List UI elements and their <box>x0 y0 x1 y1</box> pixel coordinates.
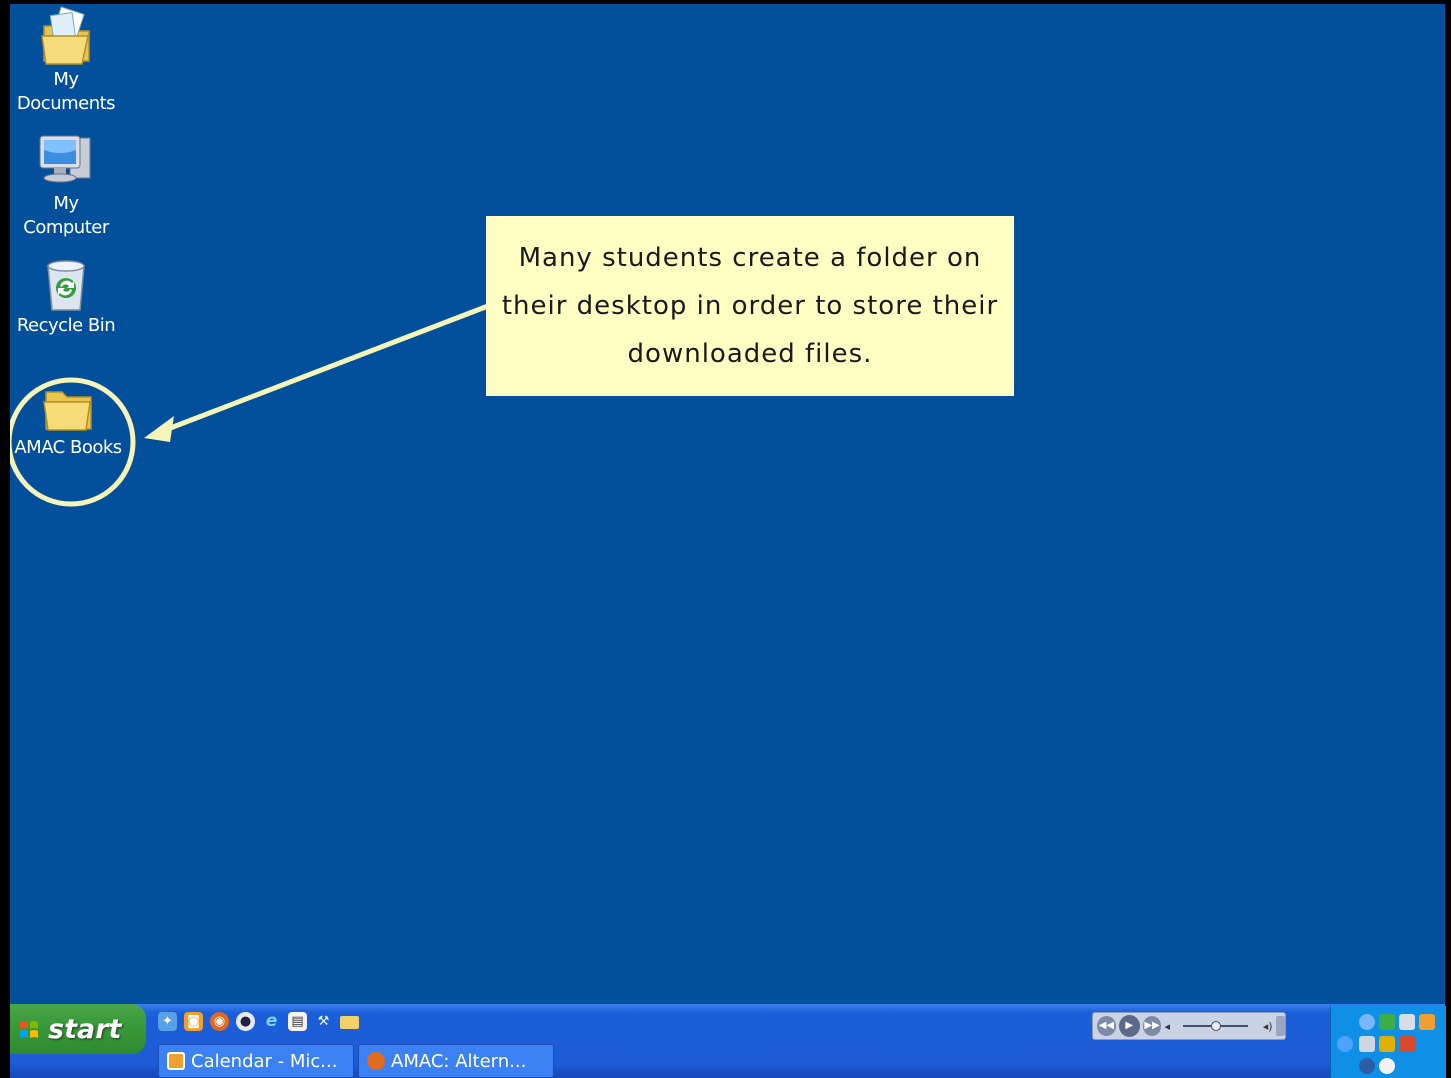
calendar-icon <box>167 1052 185 1070</box>
sound-icon[interactable] <box>1379 1036 1395 1052</box>
tools-icon[interactable]: ⚒ <box>314 1012 333 1031</box>
calendar-icon[interactable] <box>1419 1014 1435 1030</box>
task-button-calendar[interactable]: Calendar - Mic... <box>158 1044 354 1078</box>
ie-icon[interactable]: e <box>262 1012 281 1031</box>
alert-icon[interactable] <box>1399 1036 1415 1052</box>
quick-launch-bar: ✦ ◙ ◉ ● e ▤ ⚒ <box>158 1012 359 1031</box>
system-tray <box>1330 1006 1446 1078</box>
back-arrow-icon[interactable] <box>1337 1036 1353 1052</box>
windows-flag-icon <box>20 1021 38 1038</box>
network-icon[interactable] <box>1359 1014 1375 1030</box>
media-options-icon[interactable] <box>1275 1016 1285 1036</box>
start-label: start <box>48 1013 122 1045</box>
pointer-arrowhead <box>144 416 174 442</box>
volume-icon: ◂) <box>1262 1019 1273 1033</box>
volume-knob[interactable] <box>1210 1021 1221 1031</box>
mute-icon[interactable]: ◂ <box>1164 1020 1170 1033</box>
tools-icon[interactable] <box>1359 1036 1375 1052</box>
play-icon[interactable]: ▶ <box>1118 1015 1140 1037</box>
taskbar: start ✦ ◙ ◉ ● e ▤ ⚒ Calendar - Mic... AM… <box>10 1004 1446 1078</box>
desktop-icon[interactable]: ✦ <box>158 1012 177 1031</box>
media-player-toolbar: ◀◀ ▶ ▶▶ ◂ ◂) <box>1092 1012 1286 1040</box>
security-icon[interactable] <box>1379 1014 1395 1030</box>
task-button-label: AMAC: Altern... <box>391 1050 527 1072</box>
clipboard-icon[interactable]: ▤ <box>288 1012 307 1031</box>
task-button-amac[interactable]: AMAC: Altern... <box>358 1044 554 1078</box>
desktop[interactable]: My Documents My Computer Recycle Bin AMA… <box>10 4 1445 1004</box>
firefox-icon[interactable]: ◉ <box>210 1012 229 1031</box>
previous-icon[interactable]: ◀◀ <box>1097 1016 1116 1036</box>
sync-icon[interactable] <box>1379 1058 1395 1074</box>
firefox-icon <box>367 1052 385 1070</box>
media-icon[interactable]: ● <box>236 1012 255 1031</box>
google-icon[interactable] <box>1359 1058 1375 1074</box>
task-button-label: Calendar - Mic... <box>191 1050 338 1072</box>
pointer-arrow-line <box>159 303 489 435</box>
calendar-icon[interactable]: ◙ <box>184 1012 203 1031</box>
folder-icon[interactable] <box>340 1016 359 1029</box>
display-icon[interactable] <box>1399 1014 1415 1030</box>
start-button[interactable]: start <box>10 1004 146 1054</box>
annotation-overlay <box>10 303 489 507</box>
next-icon[interactable]: ▶▶ <box>1142 1016 1162 1036</box>
highlight-circle <box>10 377 136 507</box>
volume-slider[interactable] <box>1173 1016 1260 1036</box>
